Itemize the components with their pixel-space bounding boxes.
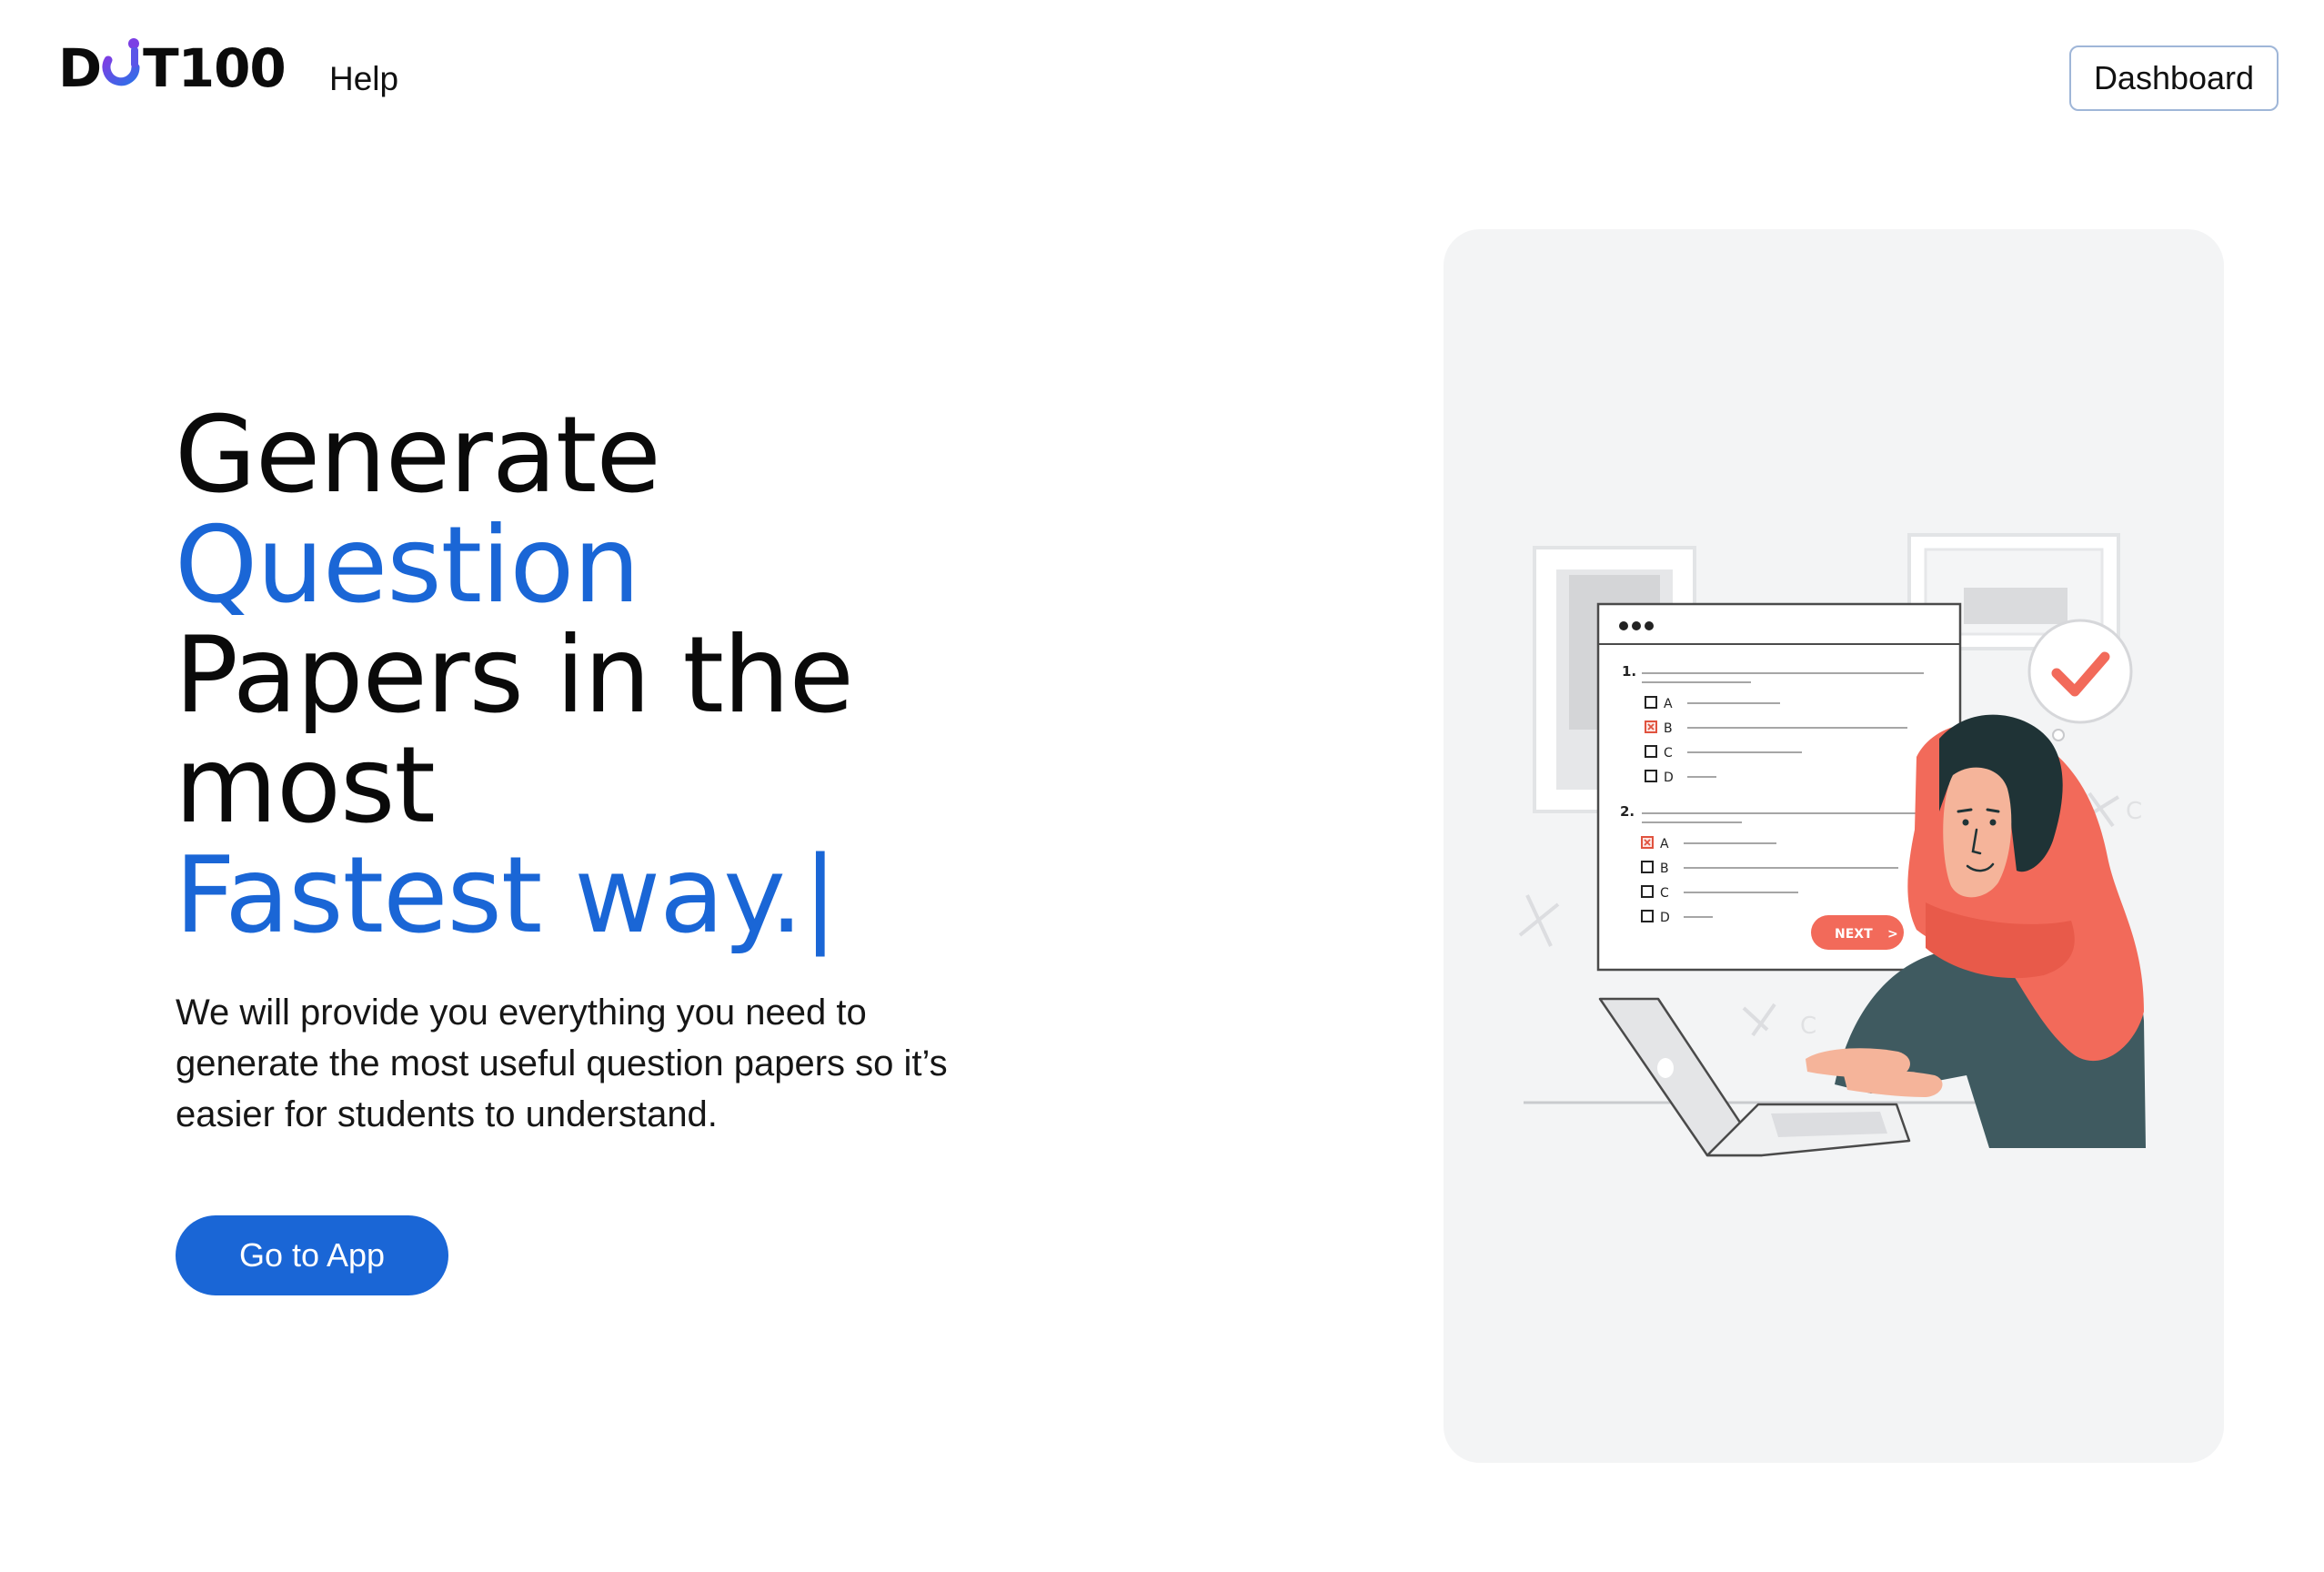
hero-title-line-3: Papers in the bbox=[175, 614, 854, 737]
logo[interactable]: D T100 bbox=[58, 36, 287, 100]
hero-title: Generate Question Papers in the most Fas… bbox=[175, 394, 854, 951]
q1-option-c: C bbox=[1664, 746, 1673, 761]
question-2-number: 2. bbox=[1620, 803, 1635, 820]
hero-title-line-2: Question bbox=[175, 504, 640, 627]
question-1-number: 1. bbox=[1622, 663, 1636, 680]
stray-letter-c: C bbox=[1800, 1013, 1816, 1040]
quiz-window: 1. A B C D 2. A B C D NEXT > bbox=[1596, 602, 1962, 972]
typing-caret: | bbox=[802, 834, 838, 957]
go-to-app-button[interactable]: Go to App bbox=[176, 1215, 448, 1295]
q2-option-c: C bbox=[1660, 886, 1669, 901]
q2-option-b: B bbox=[1660, 862, 1669, 876]
logo-text-right: T100 bbox=[143, 37, 287, 99]
q2-option-d: D bbox=[1660, 911, 1670, 925]
hero-title-line-1: Generate bbox=[175, 394, 661, 517]
dashboard-button[interactable]: Dashboard bbox=[2069, 45, 2279, 111]
hero-description: We will provide you everything you need … bbox=[176, 993, 948, 1134]
help-link[interactable]: Help bbox=[329, 60, 398, 98]
q1-option-b: B bbox=[1664, 721, 1673, 736]
next-button: NEXT > bbox=[1811, 915, 1904, 950]
checkmark-bubble-icon bbox=[2027, 619, 2133, 741]
logo-mark-icon bbox=[101, 36, 143, 100]
q1-option-d: D bbox=[1664, 771, 1674, 785]
q2-option-a: A bbox=[1660, 837, 1669, 852]
logo-text-left: D bbox=[58, 37, 102, 99]
landing-page: D T100 Help Dashboard Generate Question … bbox=[0, 0, 2324, 1572]
hero-title-line-4: most bbox=[175, 724, 436, 847]
quiz-illustration: C C 1. A B C D 2. A B C D NEXT > bbox=[1518, 533, 2146, 1157]
hero-title-line-5: Fastest way. bbox=[175, 834, 803, 957]
next-chevron-icon: > bbox=[1887, 927, 1898, 942]
illustration-card: C C 1. A B C D 2. A B C D NEXT > bbox=[1444, 229, 2224, 1463]
next-label: NEXT bbox=[1835, 927, 1873, 942]
q1-option-a: A bbox=[1664, 697, 1673, 711]
stray-letter-b: C bbox=[2126, 798, 2142, 825]
